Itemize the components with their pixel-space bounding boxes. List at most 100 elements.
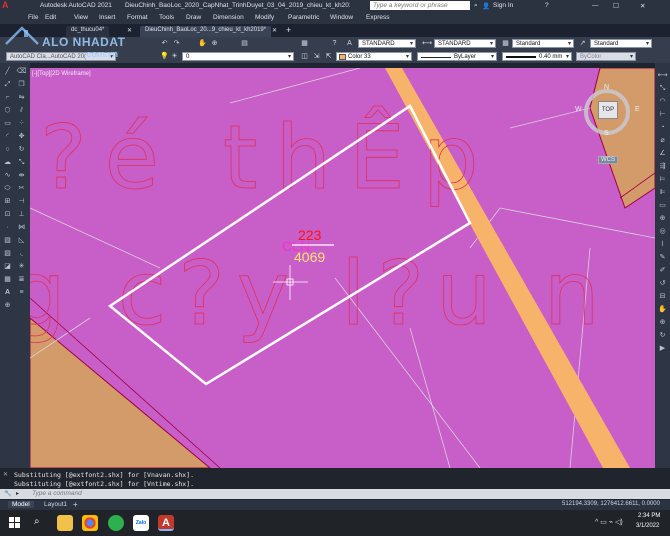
chrome-icon[interactable] bbox=[82, 515, 98, 531]
tab-model[interactable]: Model bbox=[8, 501, 34, 508]
dimedit-icon[interactable]: ✎ bbox=[657, 253, 668, 262]
dimstyle-icon[interactable]: ⊟ bbox=[657, 292, 668, 301]
dimtedit-icon[interactable]: ✐ bbox=[657, 266, 668, 275]
layer-freeze-icon[interactable]: ☀ bbox=[170, 52, 179, 61]
fillet-tool-icon[interactable]: ◟ bbox=[16, 249, 27, 258]
text-style-icon[interactable]: A bbox=[345, 39, 354, 48]
calculator-icon[interactable]: ▦ bbox=[300, 39, 309, 48]
spline-tool-icon[interactable]: ∿ bbox=[2, 171, 13, 180]
command-customize-icon[interactable]: 🔧 bbox=[4, 490, 11, 497]
search-icon[interactable]: ⌕ bbox=[474, 2, 478, 10]
windows-start-icon[interactable] bbox=[9, 517, 20, 528]
menu-draw[interactable]: Draw bbox=[186, 14, 201, 21]
inspect-icon[interactable]: ◎ bbox=[657, 227, 668, 236]
drawing-svg[interactable]: ?é thÊp g c?y l?u n CLN 223 4069 bbox=[30, 68, 655, 468]
center-mark-icon[interactable]: ⊕ bbox=[657, 214, 668, 223]
make-block-icon[interactable]: ⊡ bbox=[2, 210, 13, 219]
offset-tool-icon[interactable]: ⫽ bbox=[16, 106, 27, 115]
quick-dim-icon[interactable]: ⇶ bbox=[657, 162, 668, 171]
mirror-tool-icon[interactable]: ⇋ bbox=[16, 93, 27, 102]
compass-n[interactable]: N bbox=[604, 84, 609, 91]
dimupdate-icon[interactable]: ↺ bbox=[657, 279, 668, 288]
compass-e[interactable]: E bbox=[635, 106, 640, 113]
clock-time[interactable]: 2:34 PM bbox=[638, 513, 660, 519]
lineweight-select[interactable]: 0.40 mm bbox=[502, 52, 572, 61]
extend-tool-icon[interactable]: ⊣ bbox=[16, 197, 27, 206]
stretch-tool-icon[interactable]: ⇹ bbox=[16, 171, 27, 180]
properties-tool-icon[interactable]: ≣ bbox=[16, 275, 27, 284]
command-input[interactable]: Type a command bbox=[32, 490, 82, 497]
trim-tool-icon[interactable]: ✂ bbox=[16, 184, 27, 193]
maximize-button[interactable]: ☐ bbox=[613, 2, 619, 10]
rotate-tool-icon[interactable]: ↻ bbox=[16, 145, 27, 154]
layer-previous-icon[interactable]: ⇱ bbox=[324, 52, 333, 61]
close-command-icon[interactable]: ✕ bbox=[3, 471, 8, 478]
ellipse-tool-icon[interactable]: ⬭ bbox=[2, 184, 13, 193]
menu-modify[interactable]: Modify bbox=[255, 14, 274, 21]
arc-tool-icon[interactable]: ◜ bbox=[2, 132, 13, 141]
circle-tool-icon[interactable]: ○ bbox=[2, 145, 13, 154]
baseline-icon[interactable]: ⊨ bbox=[657, 175, 668, 184]
undo-icon[interactable]: ↶ bbox=[160, 39, 169, 48]
system-tray-icons[interactable]: ^ ▭ ⌁ ◁) bbox=[595, 518, 623, 526]
layer-properties-icon[interactable]: ◫ bbox=[300, 52, 309, 61]
mtext-tool-icon[interactable]: A bbox=[2, 288, 13, 297]
array-tool-icon[interactable]: ⁘ bbox=[16, 119, 27, 128]
break-tool-icon[interactable]: ⊥ bbox=[16, 210, 27, 219]
color-select[interactable]: Color 33 bbox=[336, 52, 412, 61]
revcloud-tool-icon[interactable]: ☁ bbox=[2, 158, 13, 167]
menu-dimension[interactable]: Dimension bbox=[213, 14, 244, 21]
continue-icon[interactable]: ⊫ bbox=[657, 188, 668, 197]
tab-layout1[interactable]: Layout1 bbox=[40, 501, 71, 508]
text-style-select[interactable]: STANDARD bbox=[358, 39, 416, 48]
close-button[interactable]: ✕ bbox=[640, 2, 645, 10]
add-layout-icon[interactable]: + bbox=[73, 500, 78, 509]
menu-tools[interactable]: Tools bbox=[159, 14, 174, 21]
compass-w[interactable]: W bbox=[575, 106, 582, 113]
scale-tool-icon[interactable]: ⤡ bbox=[16, 158, 27, 167]
gradient-tool-icon[interactable]: ▨ bbox=[2, 249, 13, 258]
angular-icon[interactable]: ∠ bbox=[657, 149, 668, 158]
help-icon[interactable]: ? bbox=[545, 2, 549, 9]
table-tool-icon[interactable]: ▦ bbox=[2, 275, 13, 284]
linetype-select[interactable]: ByLayer bbox=[417, 52, 497, 61]
table-style-select[interactable]: Standard bbox=[512, 39, 574, 48]
viewcube-top-face[interactable]: TOP bbox=[598, 101, 618, 119]
zalo-icon[interactable]: Zalo bbox=[133, 515, 149, 531]
nav-zoom-icon[interactable]: ⊕ bbox=[657, 318, 668, 327]
aligned-dim-icon[interactable]: ⤡ bbox=[657, 84, 668, 93]
messaging-app-icon[interactable] bbox=[108, 515, 124, 531]
drawing-canvas[interactable]: ?é thÊp g c?y l?u n CLN 223 4069 bbox=[30, 68, 655, 468]
linear-dim-icon[interactable]: ⟷ bbox=[657, 71, 668, 80]
jogged-icon[interactable]: ⌇ bbox=[657, 240, 668, 249]
zoom-icon[interactable]: ⊕ bbox=[210, 39, 219, 48]
nav-orbit-icon[interactable]: ↻ bbox=[657, 331, 668, 340]
close-tab-icon[interactable]: ✕ bbox=[272, 27, 277, 34]
mleader-style-icon[interactable]: ↗ bbox=[578, 39, 587, 48]
menu-express[interactable]: Express bbox=[366, 14, 389, 21]
autocad-logo-icon[interactable]: A bbox=[2, 0, 9, 10]
new-tab-icon[interactable]: + bbox=[286, 25, 291, 35]
search-input[interactable]: Type a keyword or phrase bbox=[370, 1, 470, 10]
copy-tool-icon[interactable]: ❐ bbox=[16, 80, 27, 89]
user-icon[interactable]: 👤 bbox=[482, 2, 490, 10]
redo-icon[interactable]: ↷ bbox=[172, 39, 181, 48]
menu-window[interactable]: Window bbox=[330, 14, 353, 21]
viewport-controls[interactable]: [-][Top][2D Wireframe] bbox=[32, 71, 91, 77]
search-icon[interactable]: ⌕ bbox=[34, 516, 40, 527]
dim-style-icon[interactable]: ⟷ bbox=[422, 39, 432, 48]
pan-icon[interactable]: ✋ bbox=[198, 39, 207, 48]
diameter-icon[interactable]: ⌀ bbox=[657, 136, 668, 145]
cursor-coordinates[interactable]: 512194.3309, 1276412.6611, 0.0000 bbox=[562, 501, 660, 507]
arc-length-icon[interactable]: ◠ bbox=[657, 97, 668, 106]
menu-parametric[interactable]: Parametric bbox=[288, 14, 319, 21]
properties-icon[interactable]: ▤ bbox=[240, 39, 249, 48]
compass-s[interactable]: S bbox=[604, 130, 609, 137]
autocad-taskbar-icon[interactable]: A bbox=[158, 515, 174, 531]
region-tool-icon[interactable]: ◪ bbox=[2, 262, 13, 271]
plotstyle-select[interactable]: ByColor bbox=[576, 52, 636, 61]
list-tool-icon[interactable]: ≡ bbox=[16, 288, 27, 297]
polyline-tool-icon[interactable]: ⌐ bbox=[2, 93, 13, 102]
mleader-style-select[interactable]: Standard bbox=[590, 39, 652, 48]
chamfer-tool-icon[interactable]: ◺ bbox=[16, 236, 27, 245]
